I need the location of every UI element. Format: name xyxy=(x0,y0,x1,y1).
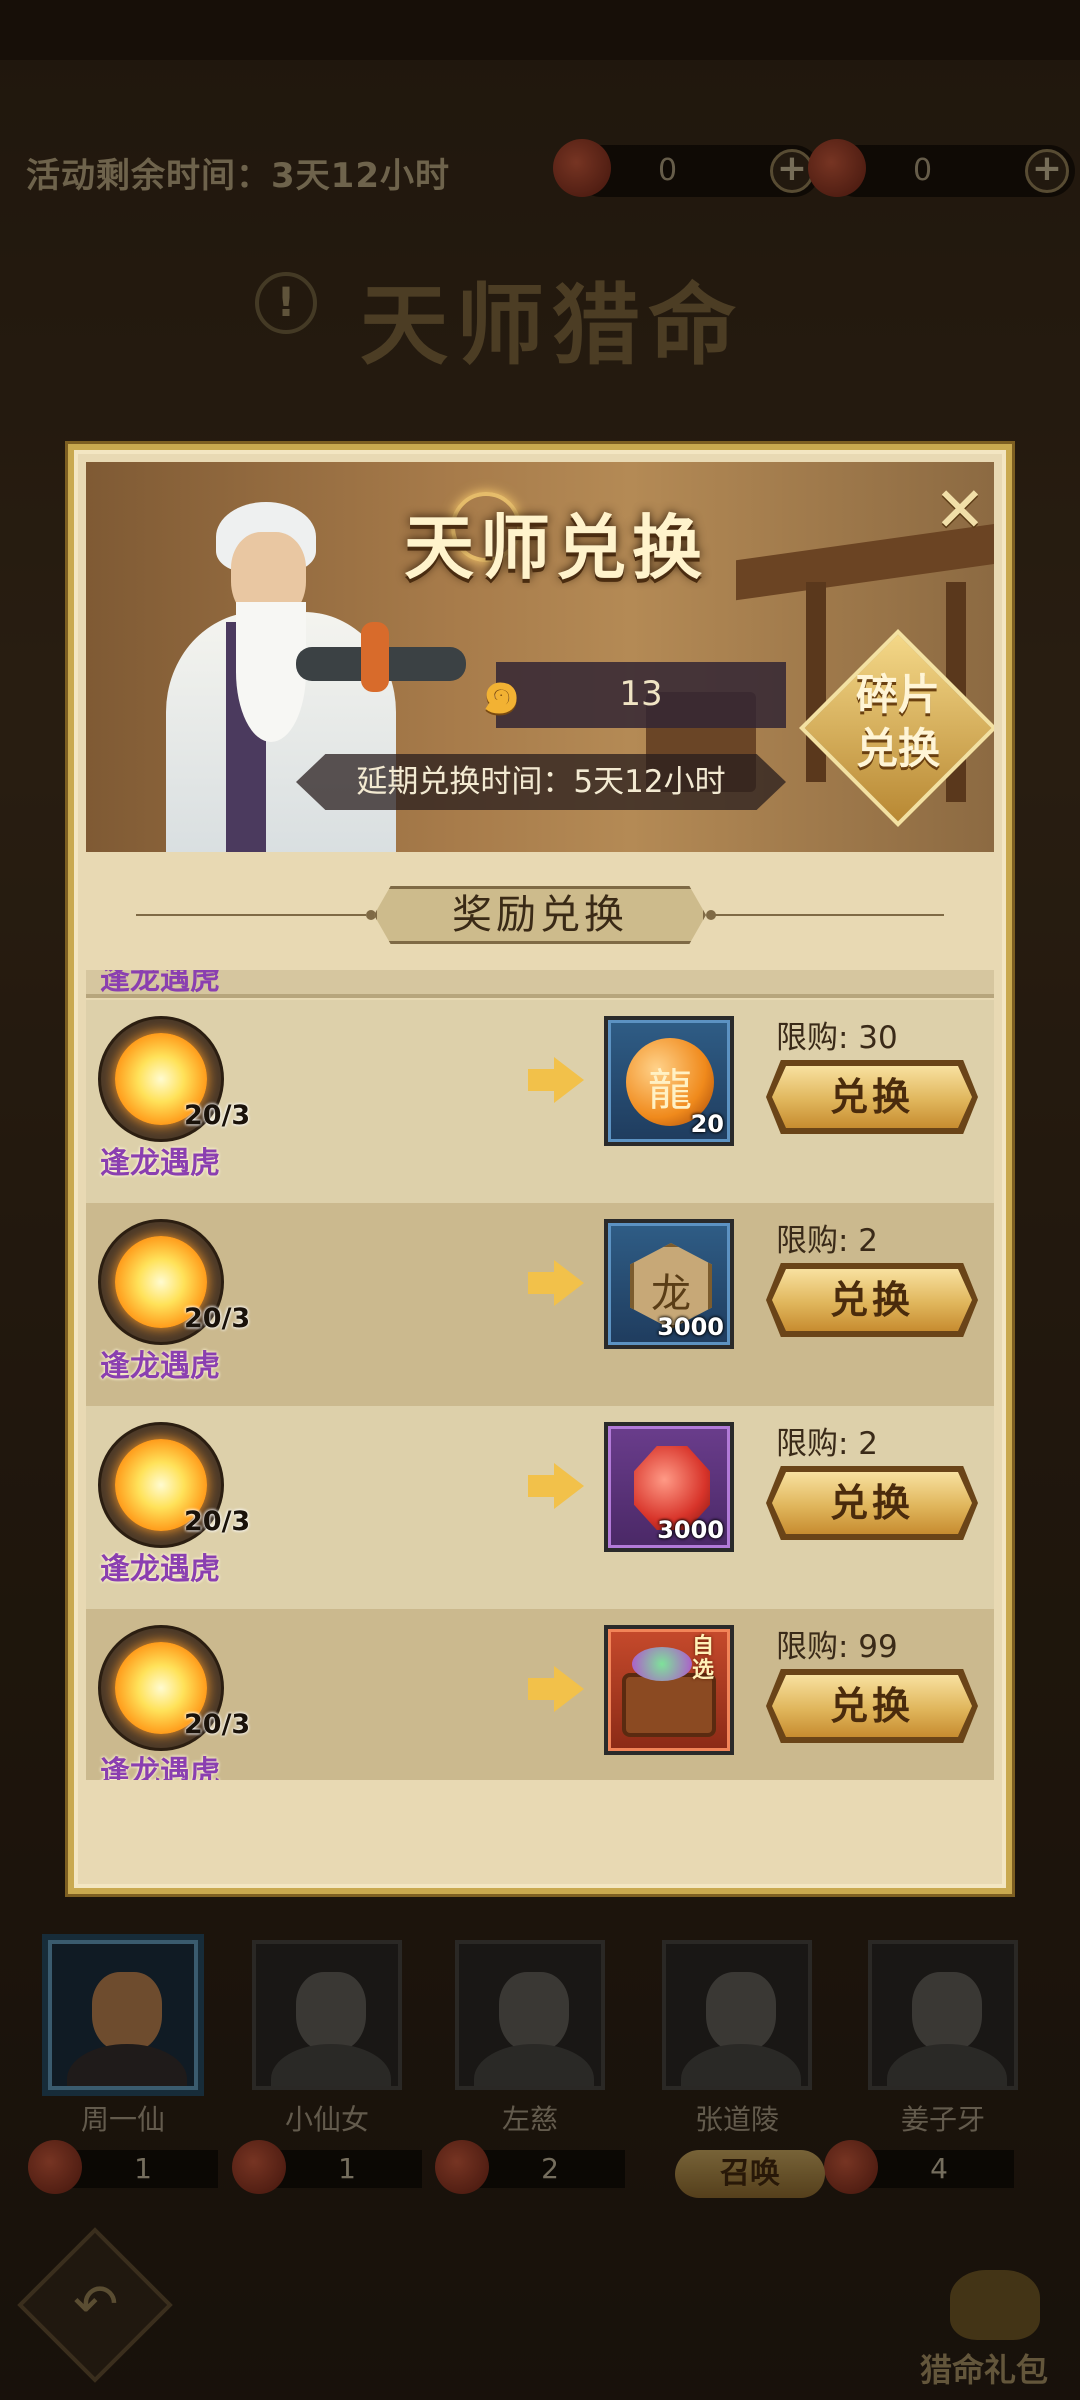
cost-count: 20/3 xyxy=(184,1303,251,1334)
exchange-button[interactable]: 兑换 xyxy=(772,1066,972,1128)
exchange-row: 20/3 逢龙遇虎 3000 限购: 2 兑换 xyxy=(86,1203,994,1406)
arrow-right-icon xyxy=(528,1463,584,1509)
extend-exchange-time: 延期兑换时间：5天12小时 xyxy=(296,754,786,810)
sage-tassel xyxy=(361,622,389,692)
reward-item[interactable]: 20 xyxy=(604,1016,734,1146)
exchange-button[interactable]: 兑换 xyxy=(772,1472,972,1534)
optional-choice-tag: 自选 xyxy=(692,1634,715,1683)
cost-name: 逢龙遇虎 xyxy=(100,1755,220,1780)
arrow-right-icon xyxy=(528,1260,584,1306)
cost-name: 逢龙遇虎 xyxy=(100,1146,220,1181)
purchase-limit: 限购: 2 xyxy=(776,1426,879,1462)
modal-header: 天师兑换 ✕ 13 ๑ 延期兑换时间：5天12小时 碎片 兑换 xyxy=(86,462,994,852)
purchase-limit: 限购: 30 xyxy=(776,1020,898,1056)
section-title-banner: 奖励兑换 xyxy=(374,886,706,944)
clipped-row-name: 逢龙遇虎 xyxy=(100,970,220,997)
purchase-limit: 限购: 2 xyxy=(776,1223,879,1259)
cost-name: 逢龙遇虎 xyxy=(100,1349,220,1384)
reward-quantity: 3000 xyxy=(657,1516,724,1544)
clipped-row: 逢龙遇虎 xyxy=(86,970,994,998)
reward-item[interactable]: 3000 xyxy=(604,1219,734,1349)
modal-title: 天师兑换 xyxy=(404,506,708,589)
reward-quantity: 3000 xyxy=(657,1313,724,1341)
reward-item[interactable]: 自选 xyxy=(604,1625,734,1755)
exchange-row: 20/3 逢龙遇虎 3000 限购: 2 兑换 xyxy=(86,1406,994,1609)
cost-count: 20/3 xyxy=(184,1506,251,1537)
purchase-limit: 限购: 99 xyxy=(776,1629,898,1665)
cost-count: 20/3 xyxy=(184,1709,251,1740)
divider xyxy=(136,914,366,916)
exchange-button[interactable]: 兑换 xyxy=(772,1269,972,1331)
close-icon[interactable]: ✕ xyxy=(932,479,988,541)
exchange-row: 20/3 逢龙遇虎 20 限购: 30 兑换 xyxy=(86,1000,994,1203)
fragment-icon: ๑ xyxy=(481,654,522,728)
arrow-right-icon xyxy=(528,1057,584,1103)
exchange-modal: 天师兑换 ✕ 13 ๑ 延期兑换时间：5天12小时 碎片 兑换 奖励兑换 逢龙遇… xyxy=(68,444,1012,1894)
exchange-button[interactable]: 兑换 xyxy=(772,1675,972,1737)
fragment-exchange-label[interactable]: 碎片 兑换 xyxy=(828,668,968,776)
reward-item[interactable]: 3000 xyxy=(604,1422,734,1552)
cost-name: 逢龙遇虎 xyxy=(100,1552,220,1587)
sage-beard xyxy=(236,602,306,742)
cost-count: 20/3 xyxy=(184,1100,251,1131)
divider xyxy=(714,914,944,916)
section-title: 奖励兑换 xyxy=(452,892,628,938)
reward-quantity: 20 xyxy=(690,1110,724,1138)
arrow-right-icon xyxy=(528,1666,584,1712)
reward-list[interactable]: 逢龙遇虎 20/3 逢龙遇虎 20 限购: 30 兑换 20/3 逢龙遇虎 30… xyxy=(86,970,994,1780)
exchange-row: 20/3 逢龙遇虎 自选 限购: 99 兑换 xyxy=(86,1609,994,1780)
